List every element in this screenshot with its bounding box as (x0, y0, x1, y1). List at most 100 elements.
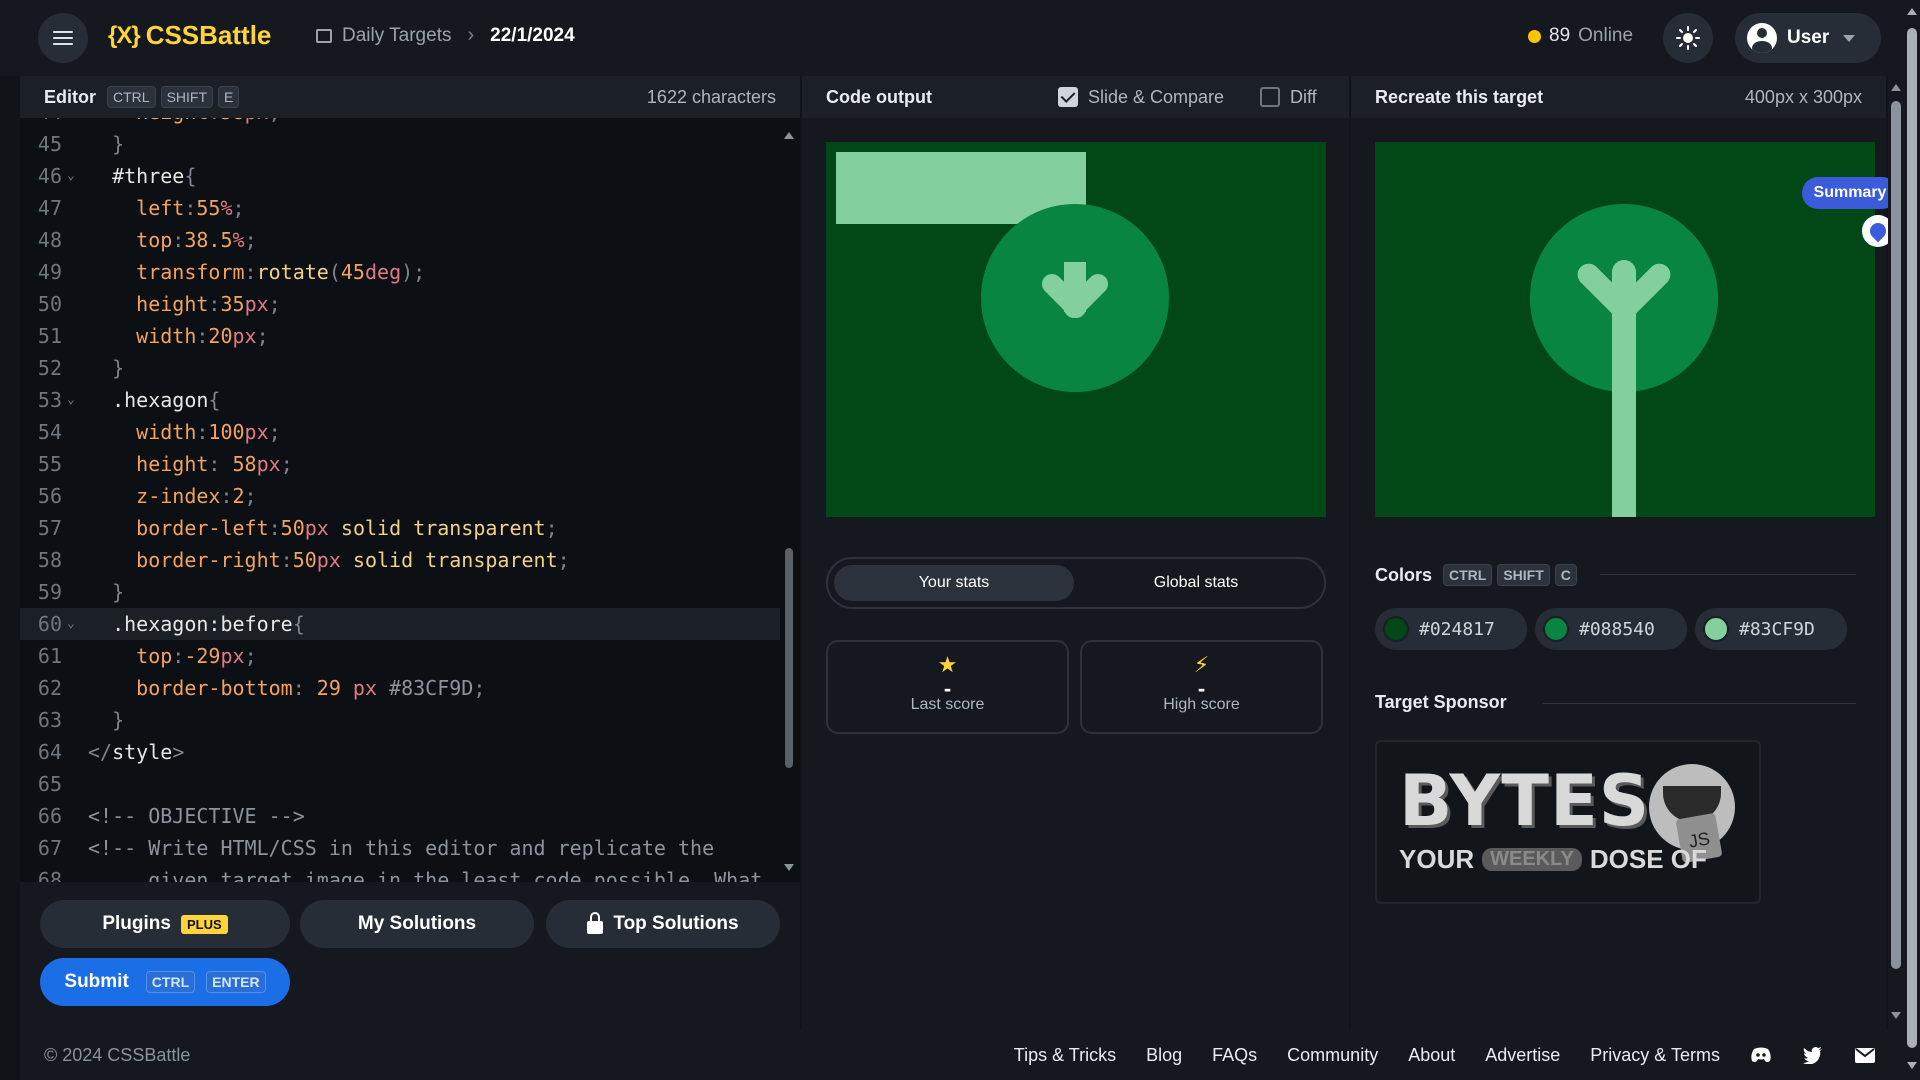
code-text: border-right:50px solid transparent; (88, 544, 570, 576)
code-line[interactable]: 50 height:35px; (20, 288, 780, 320)
code-editor[interactable]: 44 height:58px;45 }46⌄ #three{47 left:55… (20, 118, 800, 882)
diff-option[interactable]: Diff (1260, 87, 1317, 108)
code-line[interactable]: 46 ⌄ #three{ (20, 160, 780, 192)
code-token: px (245, 118, 269, 124)
target-image[interactable] (1375, 142, 1875, 517)
code-line[interactable]: 54 width:100px; (20, 416, 780, 448)
chevron-right-icon: › (467, 24, 475, 46)
rocket-icon (1866, 219, 1890, 243)
logo[interactable]: {X} CSSBattle (108, 20, 271, 51)
code-line[interactable]: 65 (20, 768, 780, 800)
code-token: height (88, 452, 209, 476)
code-line[interactable]: 60 ⌄ .hexagon:before{ (20, 608, 780, 640)
code-token: } (88, 708, 125, 732)
logo-mark: {X} (108, 21, 141, 49)
code-line[interactable]: 63 } (20, 704, 780, 736)
breadcrumb-daily-targets[interactable]: Daily Targets (342, 25, 451, 47)
menu-button[interactable] (38, 13, 88, 63)
code-token: : (244, 260, 257, 284)
code-line[interactable]: 58 border-right:50px solid transparent; (20, 544, 780, 576)
code-line[interactable]: 55 height: 58px; (20, 448, 780, 480)
twitter-icon[interactable] (1802, 1046, 1824, 1064)
code-line[interactable]: 45 } (20, 128, 780, 160)
panel-scroll-thumb[interactable] (1891, 101, 1901, 969)
code-line[interactable]: 48 top:38.5%; (20, 224, 780, 256)
scroll-up-icon[interactable] (1891, 84, 1901, 91)
code-line[interactable]: 61 top:-29px; (20, 640, 780, 672)
kbd-key: C (1554, 564, 1577, 586)
code-line[interactable]: 62 border-bottom: 29 px #83CF9D; (20, 672, 780, 704)
character-count: 1622 characters (646, 86, 776, 107)
top-solutions-button[interactable]: Top Solutions (546, 900, 780, 948)
code-line[interactable]: 68 given target image in the least code … (20, 864, 780, 882)
line-number: 61 (37, 644, 62, 668)
code-line[interactable]: 66 <!-- OBJECTIVE --> (20, 800, 780, 832)
kbd-key: SHIFT (1497, 564, 1550, 586)
mail-icon[interactable] (1854, 1046, 1876, 1064)
code-text: top:-29px; (88, 640, 256, 672)
code-text: <!-- Write HTML/CSS in this editor and r… (88, 832, 714, 864)
my-solutions-button[interactable]: My Solutions (300, 900, 534, 948)
code-line[interactable]: 57 border-left:50px solid transparent; (20, 512, 780, 544)
footer-link-about[interactable]: About (1408, 1045, 1455, 1066)
code-token: } (88, 580, 125, 604)
editor-header: Editor CTRL SHIFT E 1622 characters (20, 76, 800, 118)
code-line[interactable]: 44 height:58px; (20, 118, 780, 128)
code-token: px (220, 644, 245, 668)
window-scrollbar[interactable] (1904, 0, 1920, 1080)
calendar-icon (316, 28, 332, 43)
tab-global-stats[interactable]: Global stats (1076, 565, 1316, 601)
window-scroll-thumb[interactable] (1907, 28, 1917, 1048)
sponsor-banner[interactable]: BYTES YOUR WEEKLY DOSE OF (1375, 740, 1761, 904)
summary-button[interactable]: Summary (1802, 177, 1898, 209)
high-score-label: High score (1163, 696, 1240, 713)
footer-link-community[interactable]: Community (1287, 1045, 1378, 1066)
diff-checkbox[interactable] (1260, 87, 1280, 107)
panel-scrollbar[interactable] (1888, 76, 1904, 1030)
code-token: px (244, 420, 269, 444)
code-line[interactable]: 67 <!-- Write HTML/CSS in this editor and… (20, 832, 780, 864)
tab-your-stats[interactable]: Your stats (834, 565, 1074, 601)
line-number: 48 (37, 228, 62, 252)
code-line[interactable]: 51 width:20px; (20, 320, 780, 352)
code-token: px (232, 324, 257, 348)
color-chip-3[interactable]: #83CF9D (1695, 608, 1847, 650)
scroll-up-icon[interactable] (784, 132, 794, 139)
scroll-down-icon[interactable] (1891, 1012, 1901, 1019)
code-line[interactable]: 56 z-index:2; (20, 480, 780, 512)
editor-title: Editor (44, 86, 96, 107)
fold-chevron-icon[interactable]: ⌄ (67, 384, 75, 416)
scroll-down-icon[interactable] (1907, 1062, 1917, 1069)
submit-button[interactable]: Submit CTRL ENTER (40, 958, 290, 1006)
code-line[interactable]: 59 } (20, 576, 780, 608)
color-chip-2[interactable]: #088540 (1535, 608, 1687, 650)
scroll-down-icon[interactable] (784, 864, 794, 871)
line-number: 46 (37, 164, 62, 188)
editor-scrollbar[interactable] (783, 118, 795, 882)
code-output-canvas[interactable] (826, 142, 1326, 517)
slide-compare-option[interactable]: Slide & Compare (1058, 87, 1224, 108)
discord-icon[interactable] (1750, 1046, 1772, 1064)
footer-link-blog[interactable]: Blog (1146, 1045, 1182, 1066)
fold-chevron-icon[interactable]: ⌄ (67, 608, 75, 640)
footer-link-tips[interactable]: Tips & Tricks (1014, 1045, 1116, 1066)
code-line[interactable]: 49 transform:rotate(45deg); (20, 256, 780, 288)
code-line[interactable]: 52 } (20, 352, 780, 384)
plugins-button[interactable]: Plugins PLUS (40, 900, 290, 948)
code-line[interactable]: 53 ⌄ .hexagon{ (20, 384, 780, 416)
footer-link-faqs[interactable]: FAQs (1212, 1045, 1257, 1066)
footer-link-privacy[interactable]: Privacy & Terms (1590, 1045, 1720, 1066)
code-text: width:20px; (88, 320, 269, 352)
color-chip-1[interactable]: #024817 (1375, 608, 1527, 650)
code-token: 55 (196, 196, 221, 220)
editor-scroll-thumb[interactable] (785, 548, 793, 768)
footer-link-advertise[interactable]: Advertise (1485, 1045, 1560, 1066)
code-line[interactable]: 64 </style> (20, 736, 780, 768)
code-line[interactable]: 47 left:55%; (20, 192, 780, 224)
line-number: 45 (37, 132, 62, 156)
scroll-up-icon[interactable] (1907, 8, 1917, 15)
theme-toggle-button[interactable] (1663, 13, 1713, 63)
fold-chevron-icon[interactable]: ⌄ (67, 160, 75, 192)
user-menu-button[interactable]: User (1735, 13, 1881, 63)
slide-compare-checkbox[interactable] (1058, 87, 1078, 107)
